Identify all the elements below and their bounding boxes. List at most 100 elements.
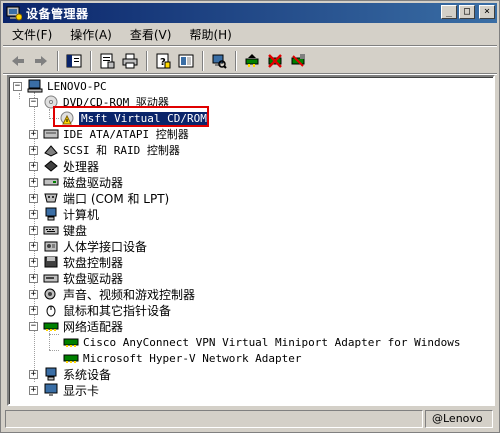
tree-item-disk-drives[interactable]: + 磁盘驱动器 (29, 174, 123, 190)
tree-root[interactable]: − LENOVO-PC (13, 78, 107, 94)
tree-item-label: SCSI 和 RAID 控制器 (63, 144, 180, 157)
print-button[interactable] (119, 50, 141, 72)
close-button[interactable]: × (479, 5, 495, 19)
expand-toggle[interactable]: + (29, 385, 38, 395)
tree-line (49, 350, 59, 351)
tree-item-label: 软盘驱动器 (63, 271, 124, 286)
status-panel-watermark: @Lenovo (425, 410, 493, 428)
tree-item-hyperv-adapter[interactable]: Microsoft Hyper-V Network Adapter (63, 350, 302, 366)
port-icon (44, 193, 58, 203)
tree-item-display-adapters[interactable]: + 显示卡 (29, 382, 99, 398)
title-bar[interactable]: 设备管理器 _ □ × (3, 3, 497, 23)
tree-item-ports[interactable]: + 端口 (COM 和 LPT) (29, 190, 169, 206)
expand-toggle[interactable]: + (29, 369, 38, 379)
expand-toggle[interactable]: + (29, 305, 38, 315)
network-adapter-icon (43, 322, 59, 331)
tree-item-label: 磁盘驱动器 (63, 175, 124, 190)
red-highlight-box (53, 106, 209, 127)
tree-item-label: 系统设备 (63, 367, 112, 382)
system-device-icon (45, 367, 57, 381)
ide-controller-icon (43, 129, 59, 139)
tree-item-label: IDE ATA/ATAPI 控制器 (63, 128, 189, 141)
expand-toggle[interactable]: + (29, 289, 38, 299)
menu-help[interactable]: 帮助(H) (180, 26, 240, 44)
tree-item-label: 软盘控制器 (63, 255, 124, 270)
tree-item-ide[interactable]: + IDE ATA/ATAPI 控制器 (29, 126, 189, 142)
tree-item-label: Microsoft Hyper-V Network Adapter (83, 351, 302, 365)
tree-item-floppy-controller[interactable]: + 软盘控制器 (29, 254, 123, 270)
tree-item-label: 声音、视频和游戏控制器 (63, 287, 196, 302)
computer-icon (27, 79, 43, 93)
tree-item-computer[interactable]: + 计算机 (29, 206, 99, 222)
disable-device-icon (268, 54, 282, 68)
expand-toggle[interactable]: + (29, 241, 38, 251)
tree-item-label: 键盘 (63, 223, 88, 238)
expand-toggle[interactable]: + (29, 273, 38, 283)
status-panel-main (5, 410, 423, 428)
tree-item-processor[interactable]: + 处理器 (29, 158, 99, 174)
view-icon (178, 54, 194, 68)
scan-hardware-button[interactable] (208, 50, 230, 72)
help-icon: ? (156, 53, 171, 69)
toolbar-separator (57, 51, 59, 71)
disable-device-button[interactable] (264, 50, 286, 72)
tree-item-label: 网络适配器 (63, 319, 124, 334)
expand-toggle[interactable]: + (29, 257, 38, 267)
tree-item-label: 处理器 (63, 159, 100, 174)
menu-view[interactable]: 查看(V) (121, 26, 181, 44)
device-manager-window: 设备管理器 _ □ × 文件(F) 操作(A) 查看(V) 帮助(H) ? − … (0, 0, 500, 433)
tree-item-mouse[interactable]: + 鼠标和其它指针设备 (29, 302, 171, 318)
computer-icon (45, 207, 57, 221)
expand-toggle[interactable]: + (29, 161, 38, 171)
tree-item-keyboard[interactable]: + 键盘 (29, 222, 87, 238)
back-button[interactable] (7, 50, 29, 72)
expand-toggle[interactable]: + (29, 129, 38, 139)
expand-toggle[interactable]: + (29, 145, 38, 155)
properties-button[interactable] (96, 50, 118, 72)
menu-file[interactable]: 文件(F) (3, 26, 61, 44)
tree-item-hid[interactable]: + 人体学接口设备 (29, 238, 147, 254)
toolbar: ? (3, 48, 497, 74)
hid-icon (44, 241, 58, 252)
forward-button[interactable] (30, 50, 52, 72)
tree-item-sound[interactable]: + 声音、视频和游戏控制器 (29, 286, 195, 302)
tree-item-label: 显示卡 (63, 383, 100, 398)
expand-toggle[interactable]: + (29, 225, 38, 235)
menu-divider (3, 45, 497, 47)
tree-item-label: 计算机 (63, 207, 100, 222)
collapse-toggle[interactable]: − (29, 97, 38, 107)
floppy-drive-icon (43, 274, 59, 283)
tree-item-cisco-vpn-adapter[interactable]: Cisco AnyConnect VPN Virtual Miniport Ad… (63, 334, 461, 350)
scan-hardware-icon (212, 54, 227, 69)
tree-item-floppy-drive[interactable]: + 软盘驱动器 (29, 270, 123, 286)
forward-arrow-icon (35, 56, 47, 66)
toolbar-separator (202, 51, 204, 71)
tree-item-label: Cisco AnyConnect VPN Virtual Miniport Ad… (83, 335, 461, 349)
tree-item-network-adapters[interactable]: − 网络适配器 (29, 318, 123, 334)
device-manager-icon (6, 5, 23, 21)
uninstall-device-button[interactable] (287, 50, 309, 72)
expand-toggle[interactable]: + (29, 193, 38, 203)
help-button[interactable]: ? (152, 50, 174, 72)
minimize-button[interactable]: _ (441, 5, 457, 19)
collapse-toggle[interactable]: − (29, 321, 38, 331)
show-hide-tree-button[interactable] (63, 50, 85, 72)
tree-item-scsi[interactable]: + SCSI 和 RAID 控制器 (29, 142, 180, 158)
view-button[interactable] (175, 50, 197, 72)
tree-item-system-devices[interactable]: + 系统设备 (29, 366, 111, 382)
network-card-icon (63, 354, 79, 363)
device-tree[interactable]: − LENOVO-PC − DVD/CD-ROM 驱动器 Msft Virtua… (7, 75, 495, 406)
expand-toggle[interactable]: + (29, 177, 38, 187)
keyboard-icon (43, 226, 59, 235)
floppy-controller-icon (44, 256, 58, 268)
menu-action[interactable]: 操作(A) (61, 26, 121, 44)
expand-toggle[interactable]: + (29, 209, 38, 219)
network-card-icon (63, 338, 79, 347)
update-driver-button[interactable] (241, 50, 263, 72)
collapse-toggle[interactable]: − (13, 81, 22, 91)
update-driver-icon (245, 54, 259, 67)
toolbar-separator (235, 51, 237, 71)
maximize-button[interactable]: □ (459, 5, 475, 19)
print-icon (122, 53, 138, 69)
show-hide-tree-icon (66, 54, 82, 68)
